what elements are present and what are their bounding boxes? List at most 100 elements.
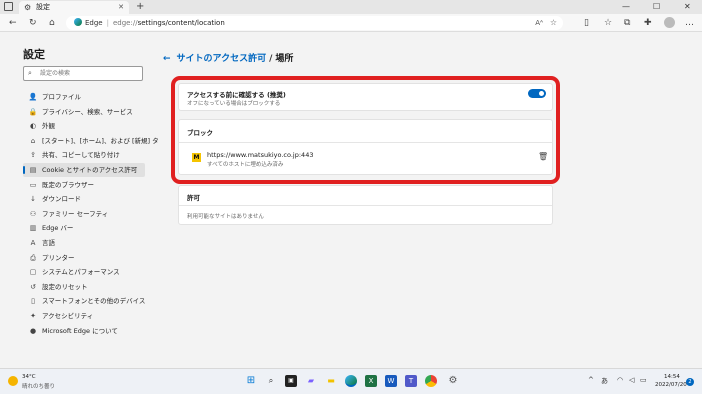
browser-toolbar: ← ↻ ⌂ Edge | edge://settings/content/locat… — [0, 14, 702, 32]
clock-date[interactable]: 2022/07/20 — [655, 382, 687, 388]
sidebar-item[interactable]: A 言語 — [23, 236, 145, 250]
browser-icon: ▭ — [29, 180, 37, 189]
volume-icon[interactable]: ◁ — [629, 376, 634, 384]
tab-title: 設定 — [36, 3, 50, 11]
sidebar-item-label: 言語 — [42, 239, 55, 247]
reset-icon: ↺ — [30, 282, 36, 291]
more-menu-icon[interactable]: … — [685, 17, 694, 29]
url-path: settings/content/location — [137, 19, 225, 27]
gear-icon: ⚙ — [24, 3, 32, 12]
back-arrow-icon[interactable]: ← — [163, 54, 171, 64]
address-separator: | — [106, 19, 109, 27]
edge-taskbar-icon[interactable] — [345, 375, 357, 387]
read-aloud-icon[interactable]: Aᴬ — [535, 16, 543, 30]
teams-icon[interactable]: T — [405, 375, 417, 387]
sidebar-item[interactable]: ⎙ プリンター — [23, 251, 145, 265]
sidebar-item[interactable]: ⌂ [スタート]、[ホーム]、および [新規] タブ — [23, 134, 165, 148]
address-bar[interactable]: Edge | edge://settings/content/location Aᴬ… — [66, 16, 563, 30]
sidebar-item-label: 外観 — [42, 122, 55, 131]
allow-empty-text: 利用可能なサイトはありません — [187, 214, 264, 220]
printer-icon: ⎙ — [30, 253, 36, 262]
sidebar-item-label: Cookie とサイトのアクセス許可 — [42, 166, 138, 174]
sidebar-item[interactable]: ⚇ ファミリー セーフティ — [23, 207, 145, 221]
taskbar-search-icon[interactable]: ⌕ — [265, 375, 277, 387]
file-explorer-icon[interactable]: ▬ — [325, 375, 337, 387]
lock-icon: 🔒 — [28, 107, 38, 116]
sidebar-item-label: 共有、コピーして貼り付け — [42, 151, 120, 160]
chrome-icon[interactable] — [425, 375, 437, 387]
battery-icon[interactable]: ▭ — [640, 376, 647, 384]
appearance-icon: ◐ — [29, 122, 37, 131]
edge-bar-icon: ▥ — [29, 224, 37, 233]
profile-icon: 👤 — [28, 93, 38, 101]
sidebar-item-label: [スタート]、[ホーム]、および [新規] タブ — [42, 136, 166, 145]
tab-settings[interactable]: ⚙ 設定 ✕ — [19, 1, 129, 14]
favorite-star-icon[interactable]: ☆ — [550, 16, 557, 30]
chat-icon[interactable]: ▰ — [305, 375, 317, 387]
sidebar-item[interactable]: ▢ システムとパフォーマンス — [23, 265, 145, 279]
ime-indicator[interactable]: あ — [601, 376, 608, 386]
breadcrumb-parent-link[interactable]: サイトのアクセス許可 — [177, 54, 267, 64]
notification-badge[interactable]: 2 — [686, 378, 694, 386]
sidebar-item[interactable]: ▤ Cookie とサイトのアクセス許可 — [23, 163, 145, 177]
url-prefix: edge:// — [112, 19, 138, 27]
accessibility-icon: ✦ — [30, 312, 36, 320]
download-icon: ↓ — [30, 195, 36, 204]
word-icon[interactable]: W — [385, 375, 397, 387]
sidebar-item[interactable]: 👤 プロファイル — [23, 90, 145, 104]
sidebar-item-label: 既定のブラウザー — [42, 180, 94, 189]
sidebar-item-label: プロファイル — [42, 93, 81, 101]
sidebar-item-label: Microsoft Edge について — [42, 326, 118, 335]
sidebar-item[interactable]: ▭ 既定のブラウザー — [23, 178, 145, 192]
tray-overflow-icon[interactable]: ^ — [588, 376, 594, 384]
weather-temperature[interactable]: 34°C — [22, 374, 36, 380]
excel-icon[interactable]: X — [365, 375, 377, 387]
edge-icon: ● — [29, 326, 37, 335]
sidebar-item-label: プライバシー、検索、サービス — [42, 107, 133, 116]
settings-sidebar: 設定 ⌕ 設定の検索 👤 プロファイル 🔒 プライバシー、検索、サービス ◐ 外観 ⌂ [スタ… — [0, 33, 165, 368]
home-icon: ⌂ — [30, 136, 36, 145]
search-icon: ⌕ — [28, 69, 32, 77]
cookie-icon: ▤ — [29, 166, 37, 174]
sidebar-item-label: Edge バー — [42, 224, 74, 233]
back-button[interactable]: ← — [9, 16, 17, 30]
sidebar-item[interactable]: ↺ 設定のリセット — [23, 280, 145, 294]
sidebar-item-label: ファミリー セーフティ — [42, 209, 109, 218]
new-tab-button[interactable]: + — [136, 0, 144, 13]
search-placeholder: 設定の検索 — [40, 70, 71, 77]
page-title: 場所 — [275, 54, 294, 64]
weather-sun-icon[interactable] — [8, 376, 18, 386]
favorites-icon[interactable]: ☆ — [604, 17, 612, 29]
tab-actions-icon[interactable] — [4, 2, 13, 11]
sidebar-item-label: 設定のリセット — [42, 282, 88, 291]
close-tab-icon[interactable]: ✕ — [118, 1, 124, 14]
extensions-icon[interactable]: ✚ — [644, 17, 652, 29]
profile-avatar[interactable] — [664, 17, 675, 28]
split-screen-icon[interactable]: ▯ — [584, 17, 589, 29]
weather-description[interactable]: 晴れのち曇り — [22, 382, 55, 390]
wifi-icon[interactable]: ◠ — [617, 376, 623, 384]
sidebar-item[interactable]: ▥ Edge バー — [23, 221, 145, 235]
sidebar-item[interactable]: ⇪ 共有、コピーして貼り付け — [23, 148, 145, 162]
settings-search-input[interactable]: ⌕ 設定の検索 — [23, 66, 143, 81]
maximize-button[interactable]: ☐ — [653, 0, 660, 13]
start-menu-icon[interactable]: ⊞ — [245, 375, 257, 387]
home-button[interactable]: ⌂ — [49, 16, 55, 30]
collections-icon[interactable]: ⧉ — [624, 17, 630, 29]
clock-time[interactable]: 14:54 — [664, 374, 680, 380]
sidebar-item-label: スマートフォンとその他のデバイス — [42, 297, 146, 306]
sidebar-item-label: ダウンロード — [42, 195, 81, 204]
sidebar-item[interactable]: ◐ 外観 — [23, 119, 145, 133]
sidebar-item[interactable]: ▯ スマートフォンとその他のデバイス — [23, 294, 145, 308]
sidebar-item[interactable]: ↓ ダウンロード — [23, 192, 145, 206]
sidebar-item[interactable]: ✦ アクセシビリティ — [23, 309, 145, 323]
address-label: Edge — [85, 19, 103, 27]
allow-heading: 許可 — [187, 194, 200, 202]
refresh-button[interactable]: ↻ — [29, 16, 37, 30]
close-window-button[interactable]: ✕ — [684, 0, 691, 13]
sidebar-item[interactable]: ● Microsoft Edge について — [23, 324, 145, 338]
task-view-icon[interactable]: ▣ — [285, 375, 297, 387]
settings-app-icon[interactable]: ⚙ — [447, 375, 459, 387]
minimize-button[interactable]: — — [622, 0, 630, 13]
sidebar-item[interactable]: 🔒 プライバシー、検索、サービス — [23, 105, 145, 119]
